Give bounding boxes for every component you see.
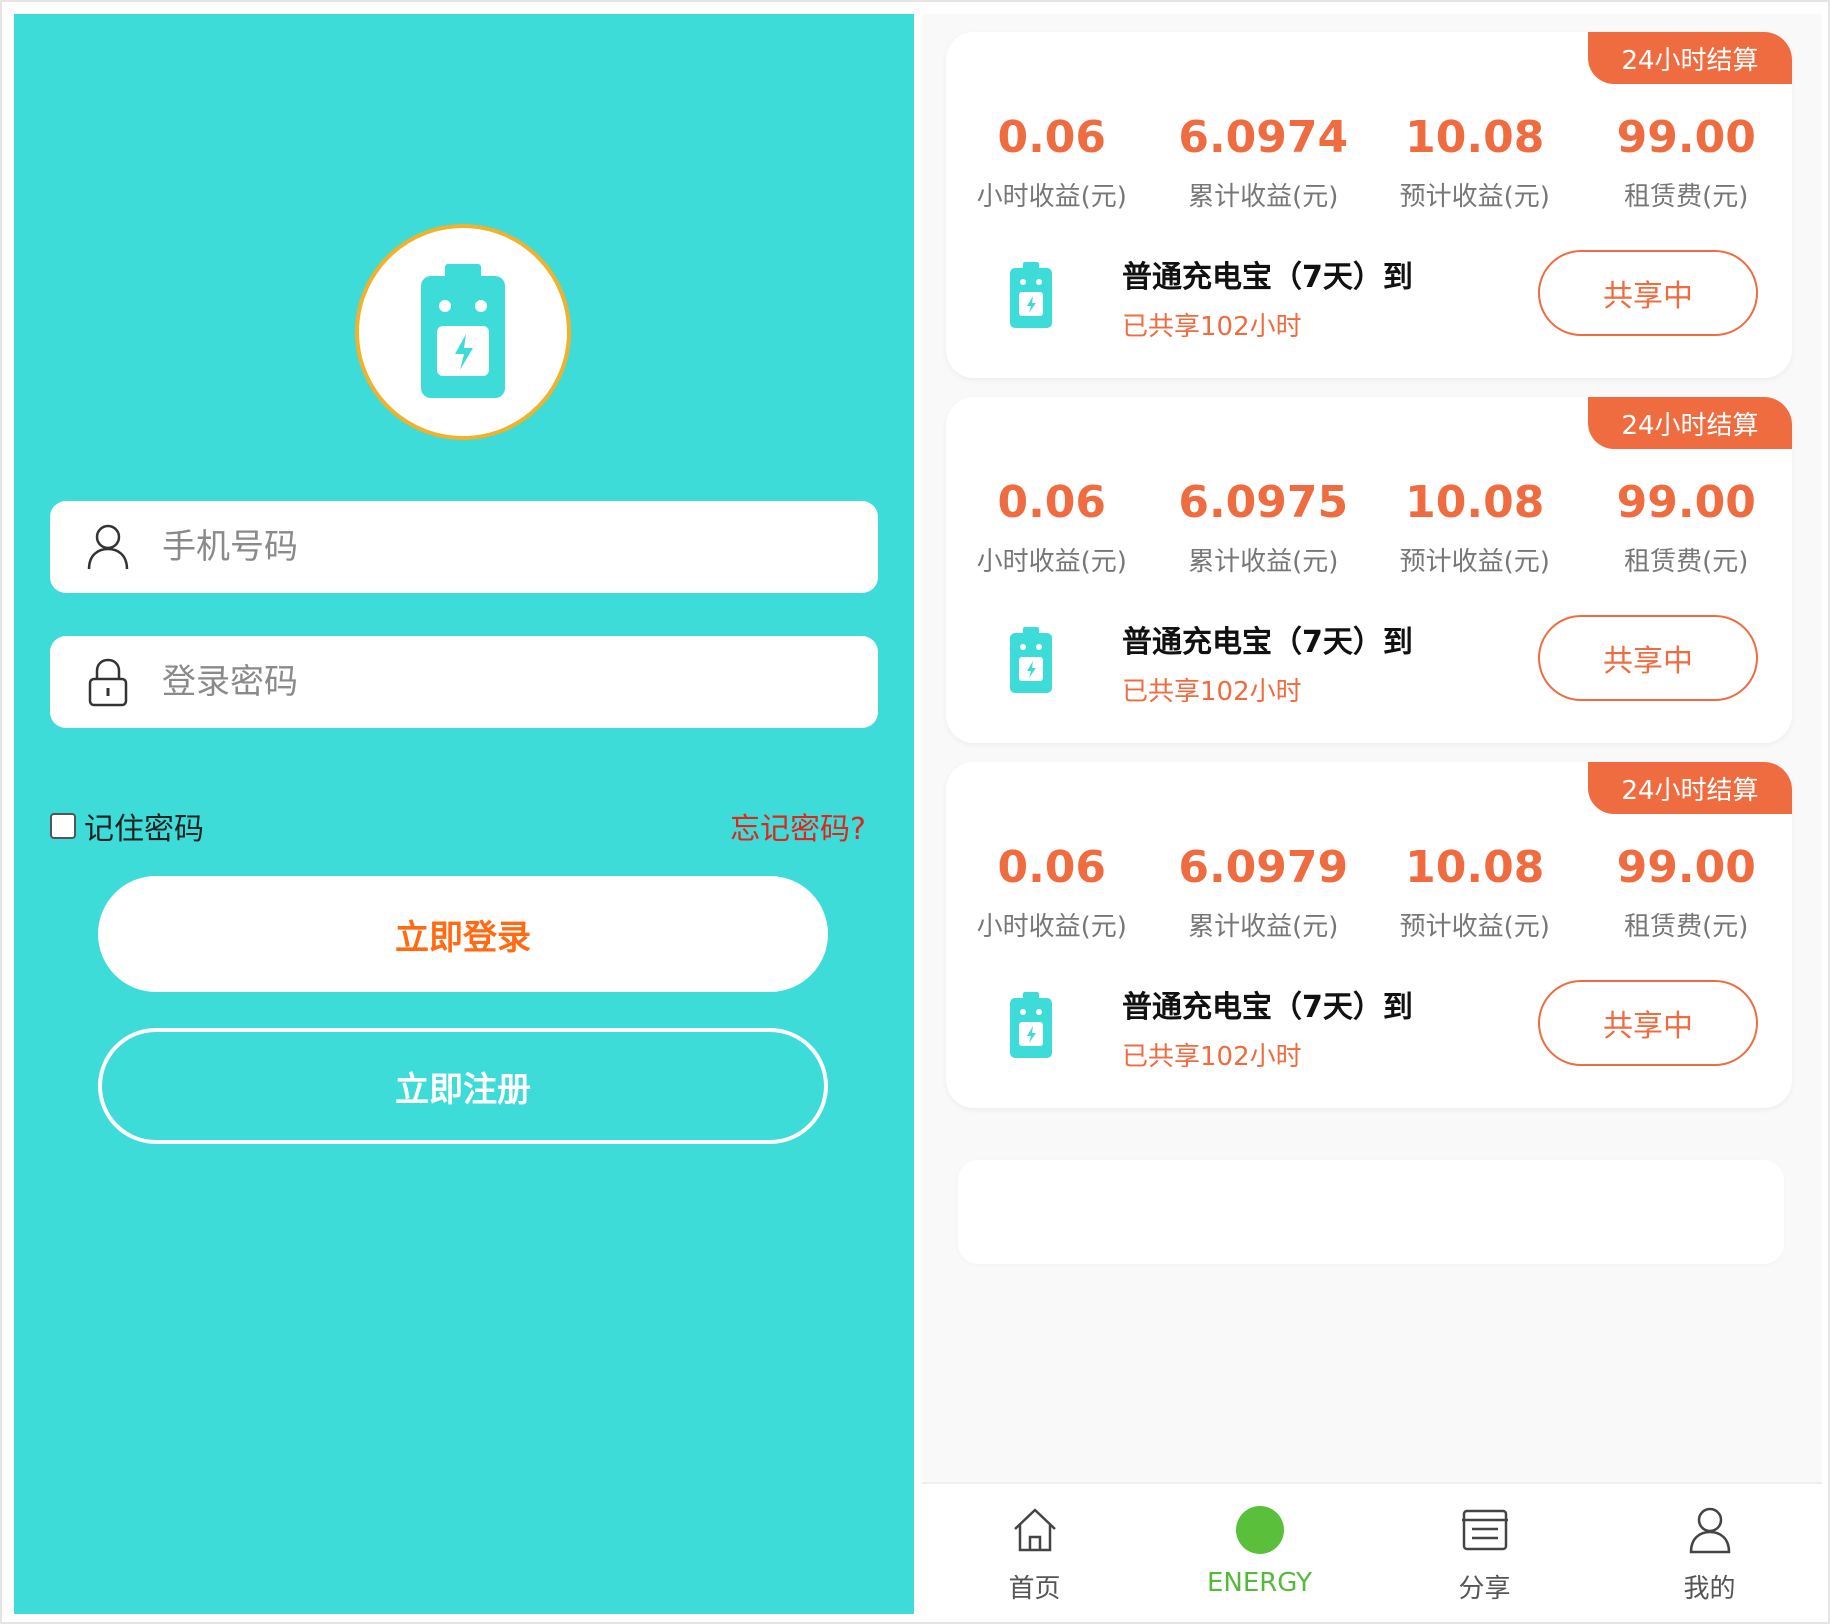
- stat-value: 0.06: [997, 842, 1107, 893]
- tab-home[interactable]: 首页: [922, 1484, 1147, 1614]
- stat-expected: 10.08 预计收益(元): [1369, 475, 1581, 578]
- stat-expected: 10.08 预计收益(元): [1369, 110, 1581, 213]
- item-shared-hours: 已共享102小时: [1122, 1042, 1302, 1072]
- sharing-button[interactable]: 共享中: [1538, 250, 1758, 336]
- stat-value: 6.0979: [1178, 842, 1349, 893]
- stat-label: 预计收益(元): [1399, 912, 1550, 942]
- tab-energy[interactable]: ENERGY: [1147, 1484, 1372, 1614]
- stat-value: 99.00: [1616, 842, 1756, 893]
- stat-label: 累计收益(元): [1188, 182, 1339, 212]
- phone-field: [50, 501, 878, 593]
- tab-label: ENERGY: [1206, 1568, 1313, 1598]
- device-card: 24小时结算 0.06 小时收益(元) 6.0979 累计收益(元) 10.08 预计…: [946, 762, 1792, 1108]
- login-button[interactable]: 立即登录: [98, 876, 828, 992]
- login-screen: 记住密码 忘记密码? 立即登录 立即注册: [14, 14, 914, 1614]
- stat-value: 6.0974: [1178, 112, 1349, 163]
- stat-label: 累计收益(元): [1188, 547, 1339, 577]
- stat-label: 小时收益(元): [976, 912, 1127, 942]
- screenshot-frame: 记住密码 忘记密码? 立即登录 立即注册 24小时结算 0.06 小时收益(元) …: [0, 0, 1830, 1624]
- item-name: 普通充电宝（7天）到: [1122, 990, 1413, 1025]
- settlement-tag: 24小时结算: [1588, 32, 1792, 84]
- stat-value: 0.06: [997, 112, 1107, 163]
- tab-label: 我的: [1683, 1574, 1736, 1604]
- stat-value: 99.00: [1616, 112, 1756, 163]
- item-name: 普通充电宝（7天）到: [1122, 625, 1413, 660]
- settlement-tag: 24小时结算: [1588, 397, 1792, 449]
- stat-value: 0.06: [997, 477, 1107, 528]
- empty-placeholder-card: [958, 1160, 1784, 1264]
- app-logo: [355, 224, 571, 440]
- battery-icon: [1010, 992, 1052, 1058]
- remember-label: 记住密码: [84, 812, 204, 847]
- sharing-button[interactable]: 共享中: [1538, 980, 1758, 1066]
- stat-value: 10.08: [1405, 477, 1545, 528]
- sharing-button[interactable]: 共享中: [1538, 615, 1758, 701]
- remember-password[interactable]: 记住密码: [50, 804, 204, 848]
- stat-label: 小时收益(元): [976, 547, 1127, 577]
- stat-value: 10.08: [1405, 112, 1545, 163]
- tab-share[interactable]: 分享: [1372, 1484, 1597, 1614]
- battery-icon: [1010, 627, 1052, 693]
- stat-hourly: 0.06 小时收益(元): [946, 840, 1158, 943]
- bottom-tabbar: 首页 ENERGY 分享 我的: [922, 1482, 1822, 1614]
- stats-row: 0.06 小时收益(元) 6.0975 累计收益(元) 10.08 预计收益(元) 9…: [946, 475, 1792, 578]
- tab-label: 分享: [1458, 1574, 1511, 1604]
- item-shared-hours: 已共享102小时: [1122, 312, 1302, 342]
- device-card: 24小时结算 0.06 小时收益(元) 6.0974 累计收益(元) 10.08 预计…: [946, 32, 1792, 378]
- stat-label: 租赁费(元): [1624, 182, 1749, 212]
- item-shared-hours: 已共享102小时: [1122, 677, 1302, 707]
- stat-expected: 10.08 预计收益(元): [1369, 840, 1581, 943]
- device-card: 24小时结算 0.06 小时收益(元) 6.0975 累计收益(元) 10.08 预计…: [946, 397, 1792, 743]
- stat-rental: 99.00 租赁费(元): [1581, 110, 1793, 213]
- list-icon: [1457, 1502, 1513, 1558]
- stat-label: 租赁费(元): [1624, 547, 1749, 577]
- stat-total: 6.0975 累计收益(元): [1158, 475, 1370, 578]
- stat-value: 6.0975: [1178, 477, 1349, 528]
- stat-label: 预计收益(元): [1399, 182, 1550, 212]
- stat-value: 10.08: [1405, 842, 1545, 893]
- stat-value: 99.00: [1616, 477, 1756, 528]
- password-field: [50, 636, 878, 728]
- energy-dot-icon: [1232, 1502, 1288, 1558]
- stat-total: 6.0979 累计收益(元): [1158, 840, 1370, 943]
- item-name: 普通充电宝（7天）到: [1122, 260, 1413, 295]
- profile-icon: [1682, 1502, 1738, 1558]
- user-icon: [78, 517, 138, 577]
- password-input[interactable]: [162, 662, 842, 702]
- stats-row: 0.06 小时收益(元) 6.0979 累计收益(元) 10.08 预计收益(元) 9…: [946, 840, 1792, 943]
- stat-label: 预计收益(元): [1399, 547, 1550, 577]
- stat-label: 租赁费(元): [1624, 912, 1749, 942]
- lock-icon: [78, 652, 138, 712]
- battery-icon: [1010, 262, 1052, 328]
- stat-hourly: 0.06 小时收益(元): [946, 110, 1158, 213]
- stats-row: 0.06 小时收益(元) 6.0974 累计收益(元) 10.08 预计收益(元) 9…: [946, 110, 1792, 213]
- battery-icon: [421, 264, 505, 398]
- settlement-tag: 24小时结算: [1588, 762, 1792, 814]
- stat-rental: 99.00 租赁费(元): [1581, 840, 1793, 943]
- stat-rental: 99.00 租赁费(元): [1581, 475, 1793, 578]
- stat-label: 累计收益(元): [1188, 912, 1339, 942]
- remember-checkbox[interactable]: [50, 813, 76, 839]
- home-icon: [1007, 1502, 1063, 1558]
- stat-label: 小时收益(元): [976, 182, 1127, 212]
- stat-total: 6.0974 累计收益(元): [1158, 110, 1370, 213]
- phone-input[interactable]: [162, 527, 842, 567]
- stat-hourly: 0.06 小时收益(元): [946, 475, 1158, 578]
- tab-label: 首页: [1008, 1574, 1061, 1604]
- register-button[interactable]: 立即注册: [98, 1028, 828, 1144]
- forgot-password-link[interactable]: 忘记密码?: [730, 804, 866, 848]
- tab-mine[interactable]: 我的: [1597, 1484, 1822, 1614]
- earnings-screen: 24小时结算 0.06 小时收益(元) 6.0974 累计收益(元) 10.08 预计…: [922, 14, 1822, 1614]
